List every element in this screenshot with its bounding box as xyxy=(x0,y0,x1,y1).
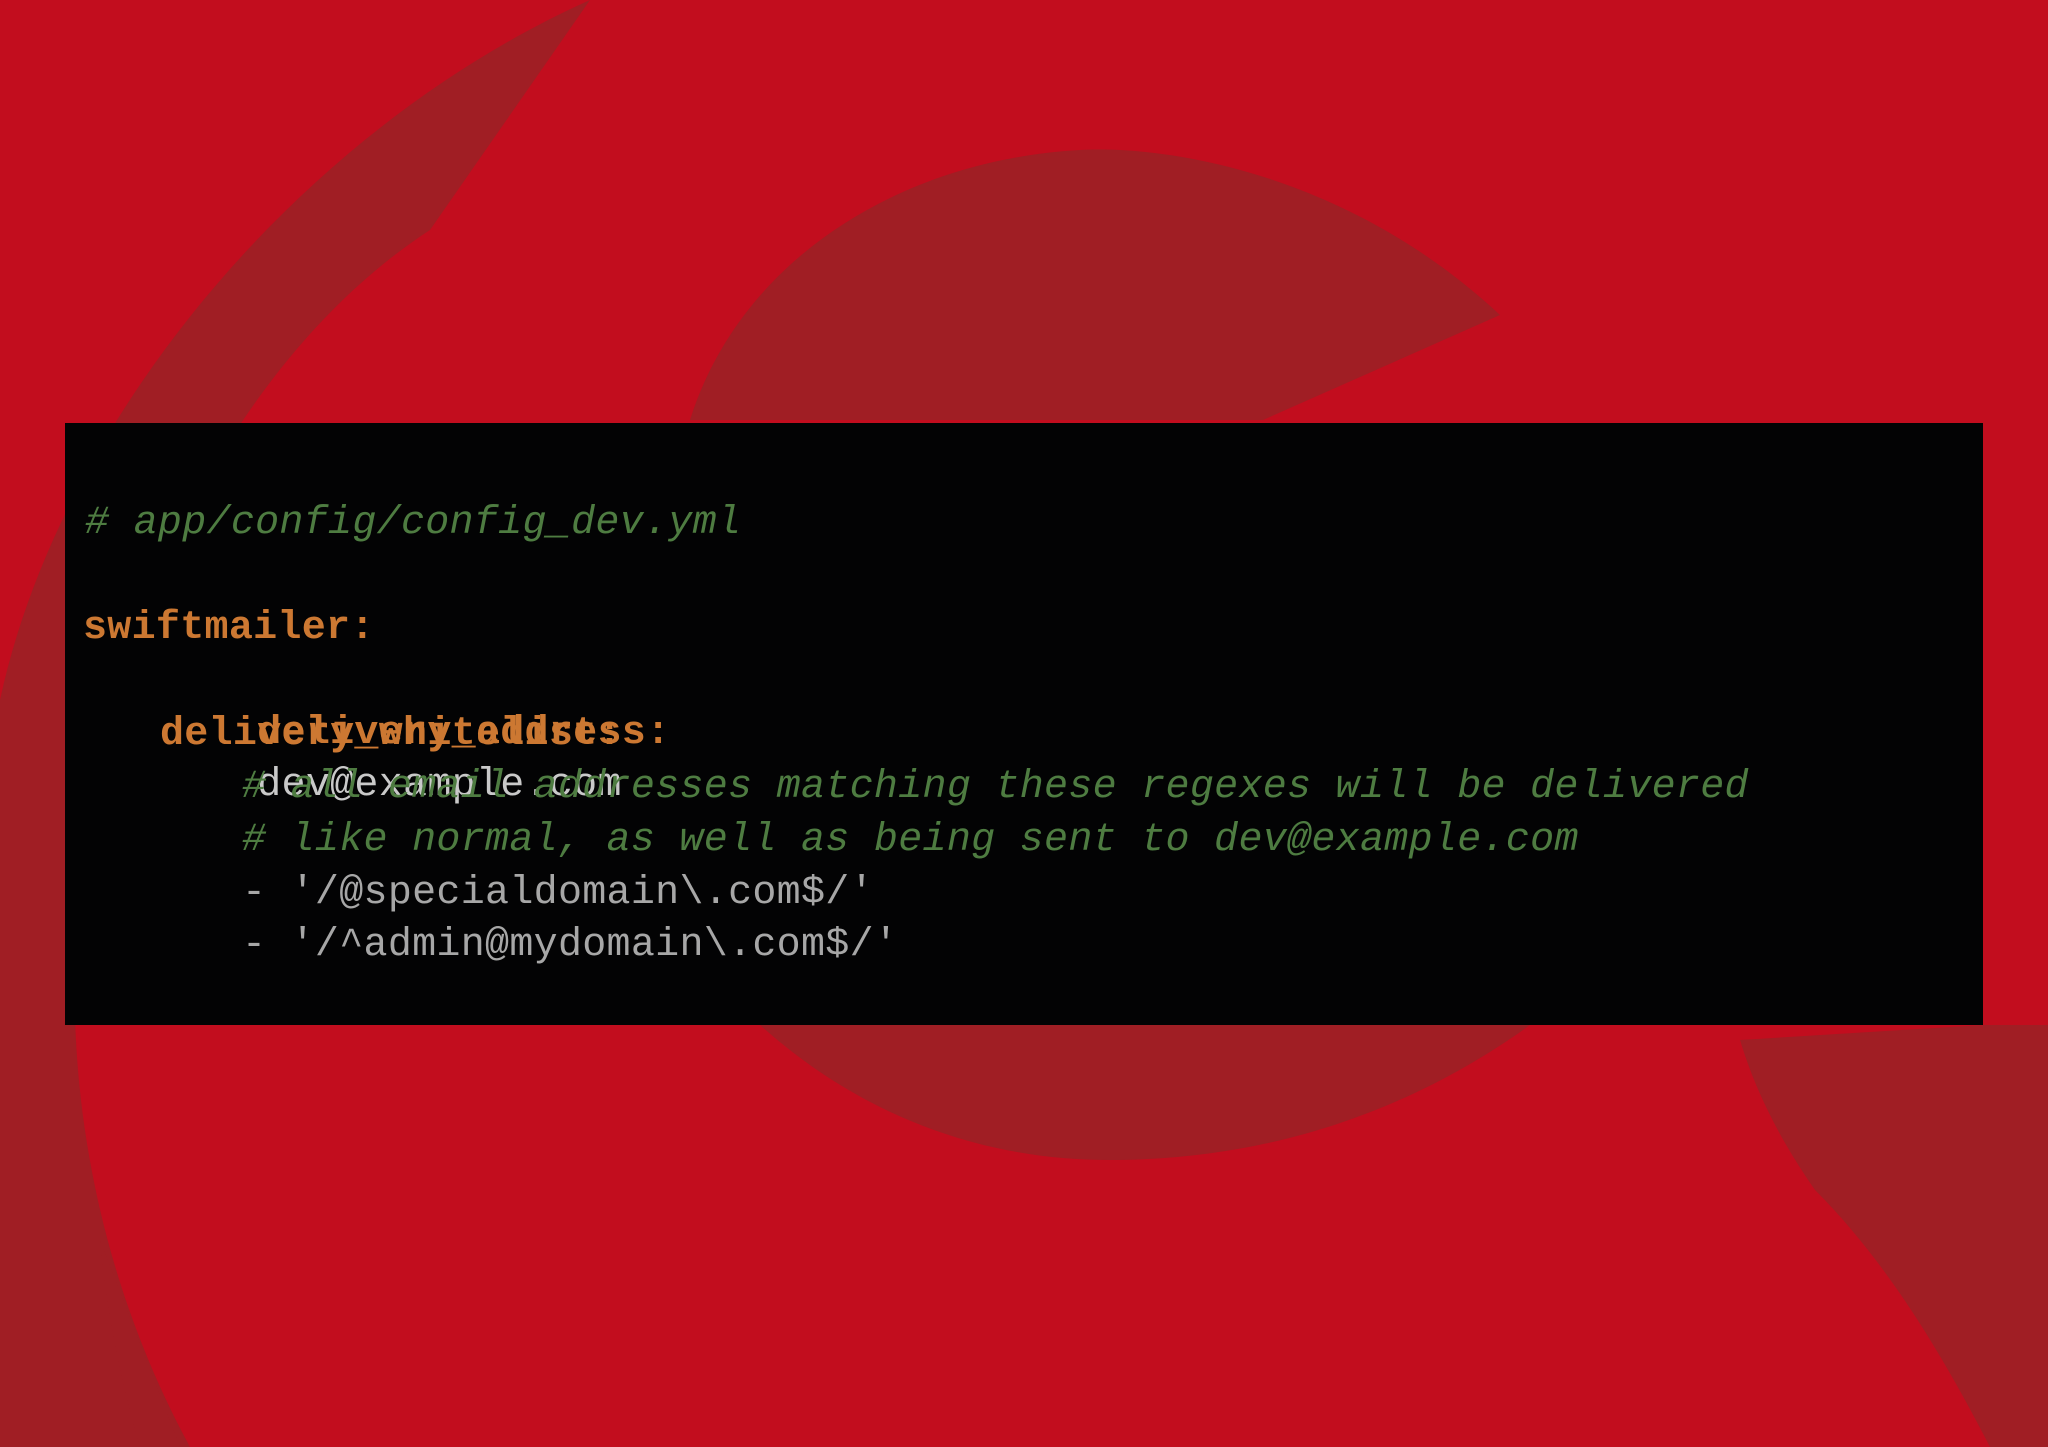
whitelist-comment-1: # all email addresses matching these reg… xyxy=(242,765,1749,810)
logo-lower-arc xyxy=(760,1025,1530,1160)
whitelist-item-1: - '/@specialdomain\.com$/' xyxy=(242,871,874,916)
swiftmailer-key: swiftmailer: xyxy=(83,606,375,651)
whitelist-comment-2: # like normal, as well as being sent to … xyxy=(242,818,1579,863)
logo-inner-arc xyxy=(690,149,1500,420)
whitelist-item-2: - '/^admin@mydomain\.com$/' xyxy=(242,923,899,968)
code-block: # app/config/config_dev.yml swiftmailer:… xyxy=(65,423,1983,1025)
delivery-whitelist-key: delivery_whitelist: xyxy=(160,712,622,757)
logo-right-swoosh xyxy=(1740,1025,2048,1447)
file-path-comment: # app/config/config_dev.yml xyxy=(85,501,742,546)
